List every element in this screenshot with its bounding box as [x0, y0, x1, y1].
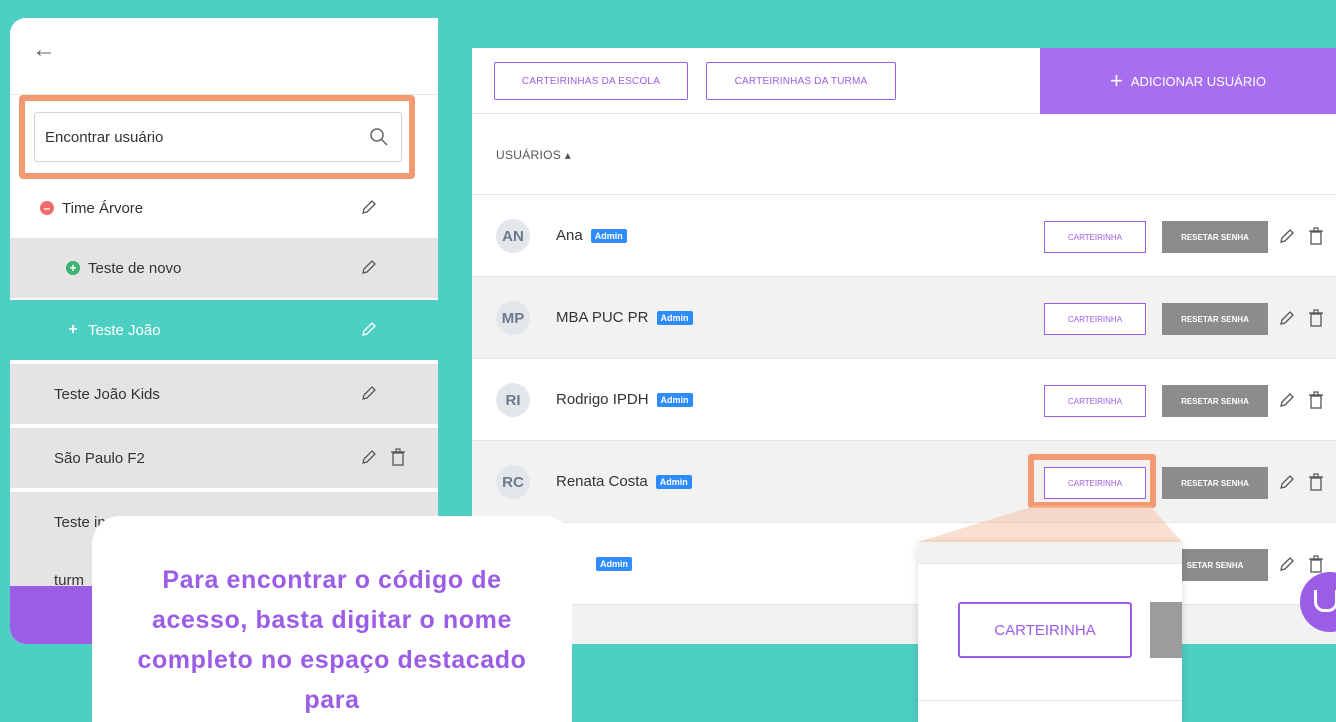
plus-icon[interactable]: + — [66, 322, 80, 338]
group-item[interactable]: Teste João Kids — [10, 364, 438, 424]
school-cards-button[interactable]: CARTEIRINHAS DA ESCOLA — [494, 62, 688, 100]
group-label: Teste de novo — [88, 259, 182, 277]
group-label: Teste João — [88, 321, 161, 339]
teal-strip — [438, 18, 1336, 48]
class-cards-button[interactable]: CARTEIRINHAS DA TURMA — [706, 62, 896, 100]
reset-password-button[interactable]: RESETAR SENHA — [1162, 303, 1268, 335]
user-name-cell: Ana Admin — [556, 227, 627, 244]
reset-password-button[interactable]: RESETAR SENHA — [1162, 467, 1268, 499]
pencil-icon[interactable] — [360, 258, 378, 276]
admin-badge: Admin — [590, 229, 627, 244]
avatar: MP — [496, 301, 530, 335]
trash-icon[interactable] — [1308, 391, 1324, 409]
avatar: RC — [496, 465, 530, 499]
chat-icon — [1314, 590, 1336, 612]
instruction-text: Para encontrar o código de acesso, basta… — [137, 566, 527, 714]
user-name: MBA PUC PR — [556, 309, 649, 326]
plus-circle-icon[interactable]: + — [66, 261, 80, 275]
table-row: MP MBA PUC PR Admin CARTEIRINHA RESETAR S… — [472, 276, 1336, 358]
user-name-cell: MBA PUC PR Admin — [556, 309, 693, 326]
card-button[interactable]: CARTEIRINHA — [1044, 221, 1146, 253]
zoomed-card-button[interactable]: CARTEIRINHA — [958, 602, 1132, 658]
reset-password-button[interactable]: RESETAR SENHA — [1162, 385, 1268, 417]
zoom-row-top — [918, 542, 1182, 564]
avatar: RI — [496, 383, 530, 417]
instruction-callout: Para encontrar o código de acesso, basta… — [92, 516, 572, 722]
table-row — [472, 604, 1336, 644]
pencil-icon[interactable] — [1278, 227, 1296, 245]
user-name: Rodrigo IPDH — [556, 391, 649, 408]
table-row: Admin SETAR SENHA — [472, 522, 1336, 604]
pencil-icon[interactable] — [1278, 473, 1296, 491]
trash-icon[interactable] — [1308, 309, 1324, 327]
trash-icon[interactable] — [1308, 473, 1324, 491]
pencil-icon[interactable] — [360, 384, 378, 402]
toolbar: CARTEIRINHAS DA ESCOLA CARTEIRINHAS DA T… — [472, 48, 1336, 114]
user-name-cell: Rodrigo IPDH Admin — [556, 391, 693, 408]
pencil-icon[interactable] — [1278, 391, 1296, 409]
reset-password-button[interactable]: RESETAR SENHA — [1162, 221, 1268, 253]
zoomed-reset-button — [1150, 602, 1182, 658]
card-button[interactable]: CARTEIRINHA — [1044, 303, 1146, 335]
users-column-header[interactable]: USUÁRIOS ▴ — [496, 148, 571, 162]
main-panel: CARTEIRINHAS DA ESCOLA CARTEIRINHAS DA T… — [472, 48, 1336, 644]
admin-badge: Admin — [655, 475, 692, 490]
group-label: São Paulo F2 — [54, 449, 145, 467]
user-name: Renata Costa — [556, 473, 648, 490]
pencil-icon[interactable] — [360, 448, 378, 466]
plus-icon: + — [1110, 68, 1123, 93]
search-highlight-frame — [19, 95, 415, 179]
back-arrow-icon[interactable]: ← — [32, 38, 56, 62]
card-button-highlight — [1028, 454, 1156, 508]
admin-badge: Admin — [656, 311, 693, 326]
minus-circle-icon[interactable]: – — [40, 201, 54, 215]
pencil-icon[interactable] — [1278, 555, 1296, 573]
table-row: AN Ana Admin CARTEIRINHA RESETAR SENHA — [472, 194, 1336, 276]
trash-icon[interactable] — [1308, 227, 1324, 245]
table-row: RI Rodrigo IPDH Admin CARTEIRINHA RESETAR… — [472, 358, 1336, 440]
table-row: RC Renata Costa Admin CARTEIRINHA RESETAR… — [472, 440, 1336, 522]
divider — [918, 700, 1182, 701]
pencil-icon[interactable] — [360, 320, 378, 338]
group-item[interactable]: São Paulo F2 — [10, 428, 438, 488]
admin-badge: Admin — [656, 393, 693, 408]
add-user-button[interactable]: + ADICIONAR USUÁRIO — [1040, 48, 1336, 114]
trash-icon[interactable] — [1308, 555, 1324, 573]
add-user-label: ADICIONAR USUÁRIO — [1130, 73, 1266, 89]
pencil-icon[interactable] — [360, 198, 378, 216]
admin-badge: Admin — [596, 557, 632, 572]
group-item[interactable]: + Teste de novo — [10, 238, 438, 298]
group-label: Teste João Kids — [54, 385, 160, 403]
trash-icon[interactable] — [390, 448, 406, 466]
card-button[interactable]: CARTEIRINHA — [1044, 385, 1146, 417]
pencil-icon[interactable] — [1278, 309, 1296, 327]
user-name-cell: Renata Costa Admin — [556, 473, 692, 490]
group-item[interactable]: – Time Árvore — [10, 178, 438, 238]
zoom-callout: CARTEIRINHA — [918, 542, 1182, 722]
group-label: Time Árvore — [62, 199, 144, 217]
user-name-cell: Admin — [588, 555, 632, 572]
group-item-selected[interactable]: + Teste João — [10, 300, 438, 360]
user-name: Ana — [556, 227, 583, 244]
avatar: AN — [496, 219, 530, 253]
